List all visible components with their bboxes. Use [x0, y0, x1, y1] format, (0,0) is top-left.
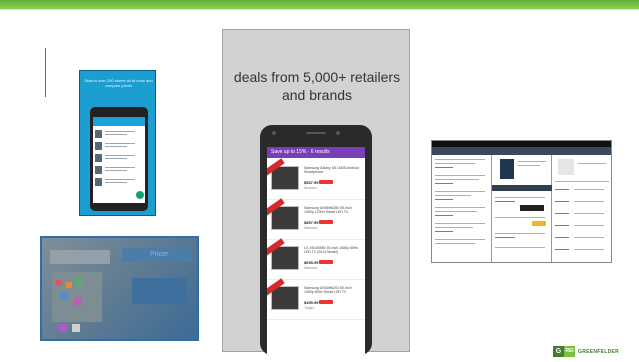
list-item	[95, 177, 143, 187]
deal-store: Target	[304, 306, 314, 310]
deal-title: Samsung UN50H5203 50-Inch 1080p 60Hz Sma…	[304, 286, 352, 294]
presentation-slide: Search over 200 stores all at once and c…	[0, 0, 639, 362]
app-screenshot-price-search: Search over 200 stores all at once and c…	[79, 70, 156, 216]
logo-wordmark: GREENFELDER	[578, 348, 620, 355]
app-bar	[93, 117, 145, 126]
deal-title: Samsung UN55H6350 55-Inch 1080p 120Hz Sm…	[304, 206, 352, 214]
list-item	[95, 165, 143, 175]
screen-results	[432, 141, 492, 262]
phone-screen: Save up to 15% · 6 results Samsung Galax…	[267, 147, 365, 356]
phone-camera	[336, 131, 340, 135]
deal-price: $499.99	[304, 300, 319, 305]
deal-store: Walmart	[304, 266, 317, 270]
results-app-bar: Save up to 15% · 6 results	[267, 147, 365, 158]
fab-button	[136, 191, 144, 199]
faint-app-name: Pricer	[150, 251, 169, 258]
panel-headline: deals from 5,000+ retailers and brands	[233, 69, 401, 103]
deal-list-item[interactable]: Samsung Galaxy S5 16GB Android Smartphon…	[267, 158, 365, 200]
list-item	[95, 129, 143, 139]
greenfelder-logo: G REI GREENFELDER	[553, 346, 619, 357]
deal-store: Walmart	[304, 226, 317, 230]
deal-price: $537.99	[304, 180, 319, 185]
top-accent-bar	[0, 0, 639, 10]
deal-badge	[319, 220, 333, 224]
deal-list-item[interactable]: Samsung UN55H6350 55-Inch 1080p 120Hz Sm…	[267, 198, 365, 240]
screen-store-list	[552, 141, 611, 262]
deal-title: LG 49LB5550 49-Inch 1080p 60Hz LED TV (2…	[304, 246, 359, 254]
phone-speaker	[306, 132, 326, 134]
deal-price: $857.99	[304, 220, 319, 225]
deal-price: $695.99	[304, 260, 319, 265]
app-screenshot-triptych	[431, 140, 612, 263]
deal-badge	[319, 260, 333, 264]
deal-badge	[319, 300, 333, 304]
deal-list-item[interactable]: LG 49LB5550 49-Inch 1080p 60Hz LED TV (2…	[267, 238, 365, 280]
logo-mark: G	[553, 346, 564, 357]
list-item	[95, 153, 143, 163]
screenshot-caption: Search over 200 stores all at once and c…	[84, 78, 153, 88]
screen-product-detail	[492, 141, 552, 262]
logo-mark-secondary: REI	[564, 346, 575, 357]
list-item	[95, 141, 143, 151]
title-accent-line	[45, 48, 46, 97]
deal-list-item[interactable]: Samsung UN50H5203 50-Inch 1080p 60Hz Sma…	[267, 278, 365, 320]
deal-badge	[319, 180, 333, 184]
phone-sensor	[272, 131, 276, 135]
app-screenshot-pixelated: Pricer	[40, 236, 199, 341]
deal-title: Samsung Galaxy S5 16GB Android Smartphon…	[304, 166, 359, 174]
deal-store: Amazon	[304, 186, 317, 190]
